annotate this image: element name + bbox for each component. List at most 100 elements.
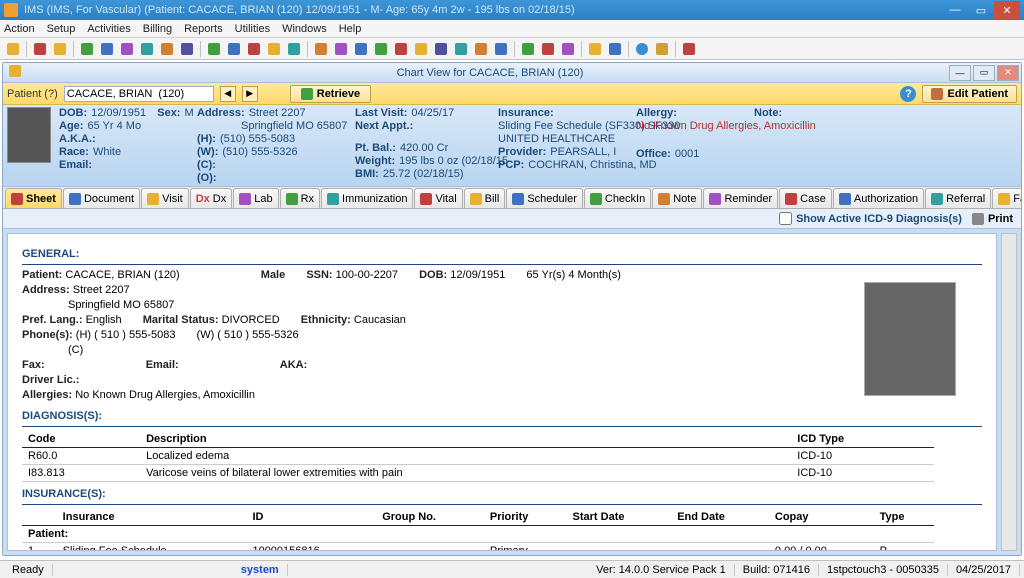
- print-button[interactable]: Print: [972, 213, 1013, 225]
- patient-label: Patient (?): [7, 88, 58, 100]
- tab-immunization[interactable]: Immunization: [321, 188, 413, 208]
- toolbar-btn[interactable]: [178, 40, 196, 58]
- toolbar-btn[interactable]: [332, 40, 350, 58]
- tab-vital[interactable]: Vital: [414, 188, 462, 208]
- status-version: Ver: 14.0.0 Service Pack 1: [588, 564, 735, 576]
- toolbar-lock-icon[interactable]: [653, 40, 671, 58]
- patient-photo: [7, 107, 51, 163]
- status-date: 04/25/2017: [948, 564, 1020, 576]
- toolbar-btn[interactable]: [352, 40, 370, 58]
- tab-bill[interactable]: Bill: [464, 188, 506, 208]
- toolbar-btn[interactable]: [4, 40, 22, 58]
- tab-authorization[interactable]: Authorization: [833, 188, 924, 208]
- toolbar-btn[interactable]: [432, 40, 450, 58]
- toolbar-btn[interactable]: [680, 40, 698, 58]
- window-minimize[interactable]: —: [942, 1, 968, 19]
- toolbar-btn[interactable]: [559, 40, 577, 58]
- tab-reminder[interactable]: Reminder: [703, 188, 778, 208]
- window-close[interactable]: ✕: [994, 1, 1020, 19]
- patient-bar: Patient (?) ◀ ▶ Retrieve ? Edit Patient: [3, 83, 1021, 105]
- patient-next-button[interactable]: ▶: [242, 86, 258, 102]
- window-title: IMS (IMS, For Vascular) (Patient: CACACE…: [24, 4, 942, 16]
- table-row: R60.0Localized edemaICD-10: [22, 448, 934, 465]
- status-ready: Ready: [4, 564, 53, 576]
- chart-window-icon: [9, 65, 25, 81]
- toolbar-btn[interactable]: [158, 40, 176, 58]
- tab-case[interactable]: Case: [779, 188, 832, 208]
- toolbar-btn[interactable]: [31, 40, 49, 58]
- toolbar-btn[interactable]: [606, 40, 624, 58]
- toolbar-btn[interactable]: [586, 40, 604, 58]
- menu-utilities[interactable]: Utilities: [235, 23, 270, 35]
- menu-help[interactable]: Help: [339, 23, 362, 35]
- toolbar-btn[interactable]: [245, 40, 263, 58]
- tab-checkin[interactable]: CheckIn: [584, 188, 651, 208]
- section-general: GENERAL:: [22, 248, 982, 260]
- toolbar-help-icon[interactable]: [633, 40, 651, 58]
- chart-window: Chart View for CACACE, BRIAN (120) — ▭ ✕…: [2, 62, 1022, 556]
- insurance-table: InsuranceIDGroup No. PriorityStart DateE…: [22, 509, 934, 551]
- patient-prev-button[interactable]: ◀: [220, 86, 236, 102]
- toolbar-btn[interactable]: [312, 40, 330, 58]
- menu-billing[interactable]: Billing: [143, 23, 172, 35]
- main-toolbar: [0, 38, 1024, 60]
- toolbar-btn[interactable]: [78, 40, 96, 58]
- demographics-strip: DOB:12/09/1951 Sex:M Age:65 Yr 4 Mo A.K.…: [3, 105, 1021, 187]
- toolbar-btn[interactable]: [138, 40, 156, 58]
- content-area: GENERAL: Patient: CACACE, BRIAN (120) Ma…: [3, 229, 1021, 555]
- toolbar-btn[interactable]: [372, 40, 390, 58]
- app-icon: [4, 3, 18, 17]
- toolbar-btn[interactable]: [205, 40, 223, 58]
- edit-patient-button[interactable]: Edit Patient: [922, 85, 1017, 103]
- retrieve-button[interactable]: Retrieve: [290, 85, 371, 103]
- status-bar: Ready system Ver: 14.0.0 Service Pack 1 …: [0, 560, 1024, 578]
- window-maximize[interactable]: ▭: [968, 1, 994, 19]
- toolbar-btn[interactable]: [225, 40, 243, 58]
- toolbar-btn[interactable]: [492, 40, 510, 58]
- toolbar-btn[interactable]: [472, 40, 490, 58]
- menu-action[interactable]: Action: [4, 23, 35, 35]
- toolbar-btn[interactable]: [118, 40, 136, 58]
- status-build: Build: 071416: [735, 564, 819, 576]
- subwin-minimize[interactable]: —: [949, 65, 971, 81]
- status-system: system: [233, 564, 288, 576]
- toolbar-btn[interactable]: [539, 40, 557, 58]
- toolbar-btn[interactable]: [98, 40, 116, 58]
- status-terminal: 1stpctouch3 - 0050335: [819, 564, 948, 576]
- subwin-maximize[interactable]: ▭: [973, 65, 995, 81]
- tab-visit[interactable]: Visit: [141, 188, 189, 208]
- toolbar-btn[interactable]: [285, 40, 303, 58]
- toolbar-btn[interactable]: [519, 40, 537, 58]
- toolbar-btn[interactable]: [452, 40, 470, 58]
- patient-photo-large: [864, 282, 956, 396]
- menu-windows[interactable]: Windows: [282, 23, 327, 35]
- tab-scheduler[interactable]: Scheduler: [506, 188, 583, 208]
- tab-lab[interactable]: Lab: [233, 188, 278, 208]
- menu-setup[interactable]: Setup: [47, 23, 76, 35]
- scrollbar[interactable]: [1001, 233, 1017, 551]
- patient-input[interactable]: [64, 86, 214, 102]
- menu-activities[interactable]: Activities: [87, 23, 130, 35]
- toolbar-btn[interactable]: [392, 40, 410, 58]
- toolbar-btn[interactable]: [412, 40, 430, 58]
- tab-sheet[interactable]: Sheet: [5, 188, 62, 208]
- tab-faxsent[interactable]: Fax Sent: [992, 188, 1021, 208]
- subwin-close[interactable]: ✕: [997, 65, 1019, 81]
- tab-dx[interactable]: DxDx: [190, 188, 233, 208]
- tab-referral[interactable]: Referral: [925, 188, 991, 208]
- sheet-panel: GENERAL: Patient: CACACE, BRIAN (120) Ma…: [7, 233, 997, 551]
- tab-rx[interactable]: Rx: [280, 188, 320, 208]
- menu-reports[interactable]: Reports: [184, 23, 223, 35]
- toolbar-btn[interactable]: [51, 40, 69, 58]
- tab-document[interactable]: Document: [63, 188, 140, 208]
- diagnosis-table: CodeDescriptionICD Type R60.0Localized e…: [22, 431, 934, 482]
- toolbar-btn[interactable]: [265, 40, 283, 58]
- show-icd9-checkbox[interactable]: Show Active ICD-9 Diagnosis(s): [779, 212, 962, 225]
- window-titlebar: IMS (IMS, For Vascular) (Patient: CACACE…: [0, 0, 1024, 20]
- tab-strip: Sheet Document Visit DxDx Lab Rx Immuniz…: [3, 187, 1021, 209]
- menubar: Action Setup Activities Billing Reports …: [0, 20, 1024, 38]
- chart-window-title: Chart View for CACACE, BRIAN (120): [31, 67, 949, 79]
- tab-note[interactable]: Note: [652, 188, 702, 208]
- help-icon[interactable]: ?: [900, 86, 916, 102]
- table-row: 1.Sliding Fee Schedule10000156816 Primar…: [22, 543, 934, 552]
